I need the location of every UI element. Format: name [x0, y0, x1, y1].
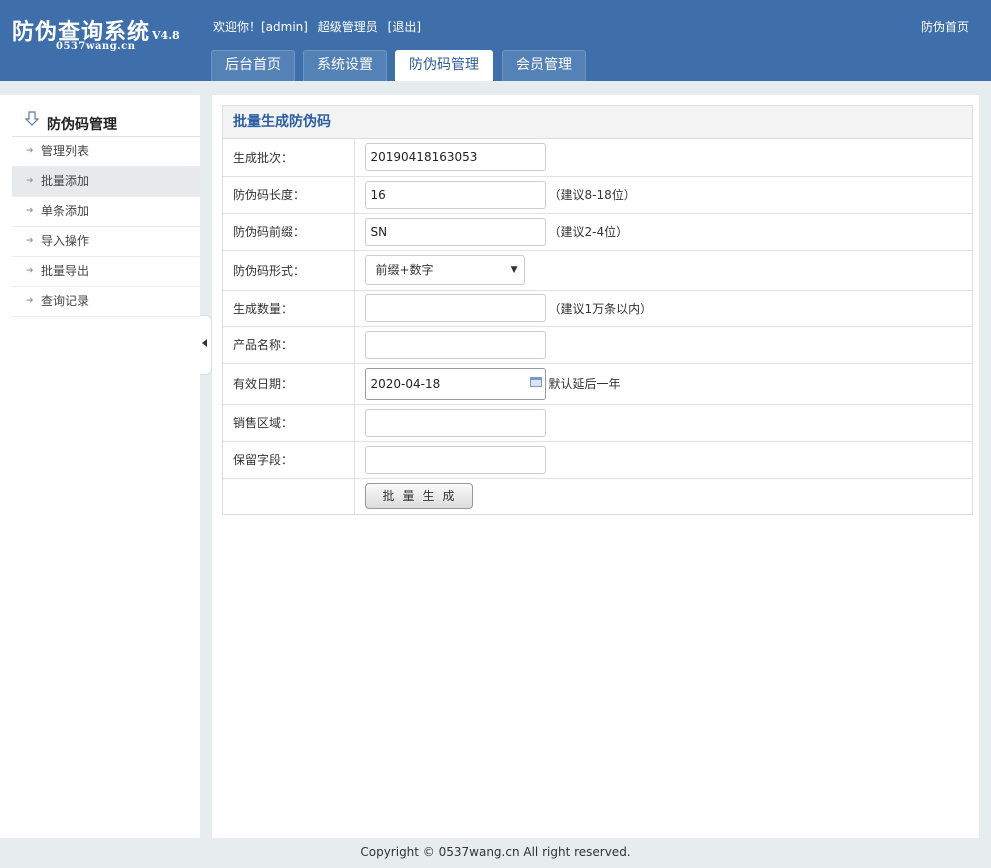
- form-row-expiry: 有效日期： 默认延后一年: [223, 362, 972, 404]
- reserved-field-label: 保留字段：: [223, 440, 355, 478]
- batch-input[interactable]: [364, 143, 546, 172]
- product-name-label: 产品名称：: [223, 325, 355, 363]
- code-format-value: 前缀+数字: [375, 263, 434, 277]
- form-row-batch: 生成批次：: [223, 139, 972, 176]
- count-label: 生成数量：: [223, 289, 355, 326]
- form-table: 生成批次： 防伪码长度： （建议8-18位） 防伪码前缀： （建议2-4位） 防…: [223, 139, 972, 514]
- form-row-count: 生成数量： （建议1万条以内）: [223, 289, 972, 326]
- chevron-right-icon: ➔: [26, 146, 34, 156]
- logout-link[interactable]: [退出]: [388, 20, 421, 34]
- sidebar-item-export[interactable]: ➔ 批量导出: [12, 257, 200, 287]
- sidebar-item-single-add[interactable]: ➔ 单条添加: [12, 197, 200, 227]
- form-row-product: 产品名称：: [223, 325, 972, 363]
- user-role: 超级管理员: [317, 20, 378, 34]
- count-hint: （建议1万条以内）: [548, 301, 653, 316]
- sidebar-item-label: 管理列表: [41, 144, 90, 158]
- logo: 防伪查询系统 V4.8 0537wang.cn: [12, 14, 180, 52]
- product-name-input[interactable]: [364, 330, 546, 359]
- code-length-hint: （建议8-18位）: [548, 188, 636, 202]
- sidebar-collapse-toggle[interactable]: [200, 315, 212, 375]
- app-domain: 0537wang.cn: [56, 41, 136, 52]
- form-row-actions: 批量生成: [223, 477, 972, 514]
- code-format-select[interactable]: 前缀+数字 ▼: [364, 255, 525, 285]
- welcome-text: 欢迎你！[admin]: [213, 20, 308, 34]
- code-prefix-hint: （建议2-4位）: [548, 225, 629, 239]
- expiry-date-input[interactable]: [364, 367, 546, 400]
- top-header: 防伪查询系统 V4.8 0537wang.cn 欢迎你！[admin] 超级管理员…: [0, 0, 991, 81]
- user-bar: 欢迎你！[admin] 超级管理员 [退出]: [213, 18, 427, 35]
- sidebar-item-label: 批量导出: [41, 264, 90, 278]
- code-prefix-label: 防伪码前缀：: [223, 212, 355, 250]
- form-row-length: 防伪码长度： （建议8-18位）: [223, 175, 972, 213]
- home-link[interactable]: 防伪首页: [921, 18, 969, 35]
- sales-region-input[interactable]: [364, 408, 546, 437]
- code-format-label: 防伪码形式：: [223, 249, 355, 290]
- batch-generate-button[interactable]: 批量生成: [364, 483, 473, 510]
- sidebar-item-label: 单条添加: [41, 204, 90, 218]
- main-content: 批量生成防伪码 生成批次： 防伪码长度： （建议8-18位） 防伪码前缀： （建…: [212, 95, 979, 838]
- sidebar: 防伪码管理 ➔ 管理列表 ➔ 批量添加 ➔ 单条添加 ➔ 导入操作 ➔ 批量导出…: [0, 95, 200, 838]
- code-length-input[interactable]: [364, 180, 546, 209]
- form-row-region: 销售区域：: [223, 403, 972, 441]
- tab-settings[interactable]: 系统设置: [303, 50, 387, 81]
- code-prefix-input[interactable]: [364, 217, 546, 246]
- sidebar-item-label: 批量添加: [41, 174, 90, 188]
- form-heading: 批量生成防伪码: [223, 106, 972, 139]
- sidebar-item-query-log[interactable]: ➔ 查询记录: [12, 287, 200, 317]
- form-row-format: 防伪码形式： 前缀+数字 ▼: [223, 249, 972, 290]
- sidebar-item-label: 导入操作: [41, 234, 90, 248]
- chevron-right-icon: ➔: [26, 176, 34, 186]
- footer-copyright: Copyright © 0537wang.cn All right reserv…: [0, 838, 991, 868]
- arrow-down-icon: [24, 111, 40, 126]
- expiry-date-hint: 默认延后一年: [548, 377, 621, 391]
- dropdown-arrow-icon: ▼: [510, 265, 518, 275]
- count-input[interactable]: [364, 294, 546, 322]
- sidebar-title: 防伪码管理: [47, 117, 117, 133]
- form-row-prefix: 防伪码前缀： （建议2-4位）: [223, 212, 972, 250]
- chevron-right-icon: ➔: [26, 296, 34, 306]
- sidebar-header: 防伪码管理: [12, 107, 200, 137]
- form-row-reserved: 保留字段：: [223, 440, 972, 478]
- expiry-date-label: 有效日期：: [223, 362, 355, 404]
- app-version: V4.8: [152, 29, 180, 42]
- batch-label: 生成批次：: [223, 139, 355, 176]
- tab-members[interactable]: 会员管理: [502, 50, 586, 81]
- reserved-field-input[interactable]: [364, 445, 546, 474]
- tab-code-management[interactable]: 防伪码管理: [395, 50, 493, 81]
- expiry-date-picker: [364, 367, 546, 400]
- chevron-right-icon: ➔: [26, 266, 34, 276]
- code-length-label: 防伪码长度：: [223, 175, 355, 213]
- sidebar-item-list[interactable]: ➔ 管理列表: [12, 137, 200, 167]
- batch-generate-form: 批量生成防伪码 生成批次： 防伪码长度： （建议8-18位） 防伪码前缀： （建…: [222, 105, 973, 515]
- collapse-left-icon: [202, 339, 207, 347]
- sidebar-item-import[interactable]: ➔ 导入操作: [12, 227, 200, 257]
- sales-region-label: 销售区域：: [223, 403, 355, 441]
- chevron-right-icon: ➔: [26, 236, 34, 246]
- tab-dashboard[interactable]: 后台首页: [211, 50, 295, 81]
- sidebar-item-batch-add[interactable]: ➔ 批量添加: [12, 167, 200, 197]
- sidebar-item-label: 查询记录: [41, 294, 90, 308]
- chevron-right-icon: ➔: [26, 206, 34, 216]
- calendar-icon[interactable]: [529, 376, 542, 387]
